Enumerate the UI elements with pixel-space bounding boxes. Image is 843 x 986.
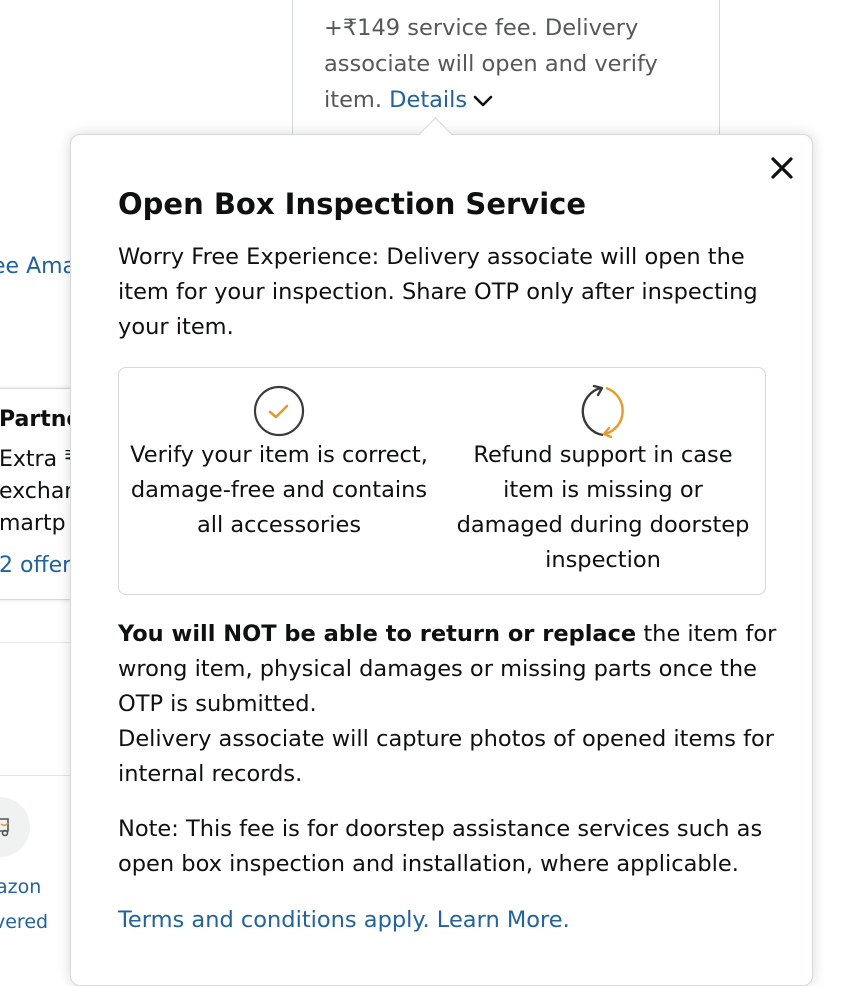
close-button[interactable] — [765, 151, 801, 187]
amazon-delivered-label[interactable]: azon — [0, 876, 41, 898]
photo-note: Delivery associate will capture photos o… — [118, 726, 775, 787]
popover-description: Worry Free Experience: Delivery associat… — [118, 244, 758, 340]
feature-refund: Refund support in case item is missing o… — [455, 384, 751, 578]
details-link-label: Details — [389, 87, 468, 113]
service-fee-text: +₹149 service fee. Delivery associate wi… — [324, 10, 684, 118]
features-box: Verify your item is correct, damage-free… — [118, 367, 766, 595]
partner-offers-title: Partner — [0, 407, 72, 432]
feature-verify-text: Verify your item is correct, damage-free… — [130, 442, 428, 538]
return-warning: You will NOT be able to return or replac… — [118, 617, 778, 792]
chevron-down-icon[interactable] — [473, 94, 493, 108]
terms-link[interactable]: Terms and conditions apply. Learn More. — [118, 903, 570, 938]
popover-title: Open Box Inspection Service — [118, 187, 586, 221]
partner-offers-line: exchang — [0, 479, 72, 504]
refresh-icon — [581, 384, 624, 438]
service-fee-snippet: +₹149 service fee. Delivery associate wi… — [292, 0, 720, 135]
details-link[interactable]: Details — [389, 87, 493, 113]
partner-offers-line: martp — [0, 511, 66, 536]
divider — [0, 642, 72, 643]
partner-offers-line: Extra ₹ — [0, 447, 72, 472]
open-box-popover: Open Box Inspection Service Worry Free E… — [70, 134, 813, 986]
background-page: ee Ama Partner Extra ₹ exchang martp 2 o… — [0, 0, 72, 962]
delivery-feature-icon — [0, 797, 30, 857]
return-warning-bold: You will NOT be able to return or replac… — [118, 621, 637, 647]
amazon-delivered-label[interactable]: vered — [0, 911, 48, 933]
close-icon[interactable] — [765, 151, 801, 187]
truck-icon — [0, 818, 9, 837]
fee-note: Note: This fee is for doorstep assistanc… — [118, 816, 763, 877]
see-amazon-link[interactable]: ee Ama — [0, 254, 72, 279]
partner-offers-link[interactable]: 2 offers — [0, 553, 72, 578]
divider — [0, 775, 72, 776]
partner-offers-card: Partner Extra ₹ exchang martp 2 offers — [0, 388, 72, 600]
check-circle-icon — [253, 385, 305, 437]
feature-refund-text: Refund support in case item is missing o… — [456, 442, 750, 573]
feature-verify: Verify your item is correct, damage-free… — [129, 384, 429, 543]
